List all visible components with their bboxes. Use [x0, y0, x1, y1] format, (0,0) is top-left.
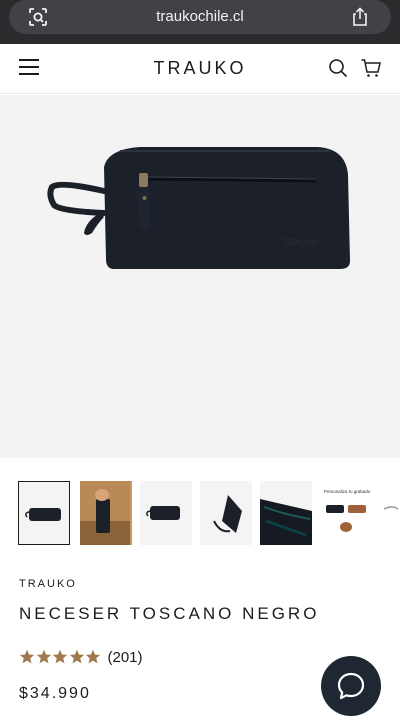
product-main-image[interactable]: TRAUKO [0, 95, 400, 458]
star-icon [69, 649, 84, 664]
chat-button[interactable] [321, 656, 381, 716]
url-field[interactable]: traukochile.cl [9, 0, 391, 34]
site-header: TRAUKO [0, 44, 400, 94]
thumbnail-5[interactable] [260, 481, 312, 545]
product-rating[interactable]: (201) [19, 647, 143, 667]
thumbnail-1[interactable] [18, 481, 70, 545]
review-count[interactable]: (201) [108, 649, 143, 666]
star-icon [52, 649, 68, 664]
thumbnail-4[interactable] [200, 481, 252, 545]
url-text[interactable]: traukochile.cl [9, 8, 391, 25]
thumbnail-3[interactable] [140, 481, 192, 545]
thumbnail-6[interactable]: Personaliza tu grabado [320, 481, 372, 545]
thumbnail-2[interactable] [80, 481, 132, 545]
star-icon [19, 649, 35, 664]
search-icon[interactable] [327, 57, 349, 79]
browser-address-bar: traukochile.cl [0, 0, 400, 44]
product-title: NECESER TOSCANO NEGRO [19, 604, 320, 623]
thumbnail-6-caption: Personaliza tu grabado [324, 489, 371, 494]
thumbnail-gallery: Personaliza tu grabado [18, 481, 400, 545]
shopping-cart-icon[interactable] [360, 57, 382, 79]
chat-bubble-icon [337, 672, 365, 700]
toiletry-bag-image: TRAUKO [47, 147, 350, 269]
star-icon [36, 649, 51, 664]
thumbnail-7[interactable] [380, 481, 400, 545]
star-icon [85, 649, 101, 664]
product-vendor[interactable]: TRAUKO [19, 578, 77, 590]
product-price: $34.990 [19, 685, 91, 702]
share-icon[interactable] [349, 6, 371, 28]
svg-text:TRAUKO: TRAUKO [284, 238, 317, 247]
